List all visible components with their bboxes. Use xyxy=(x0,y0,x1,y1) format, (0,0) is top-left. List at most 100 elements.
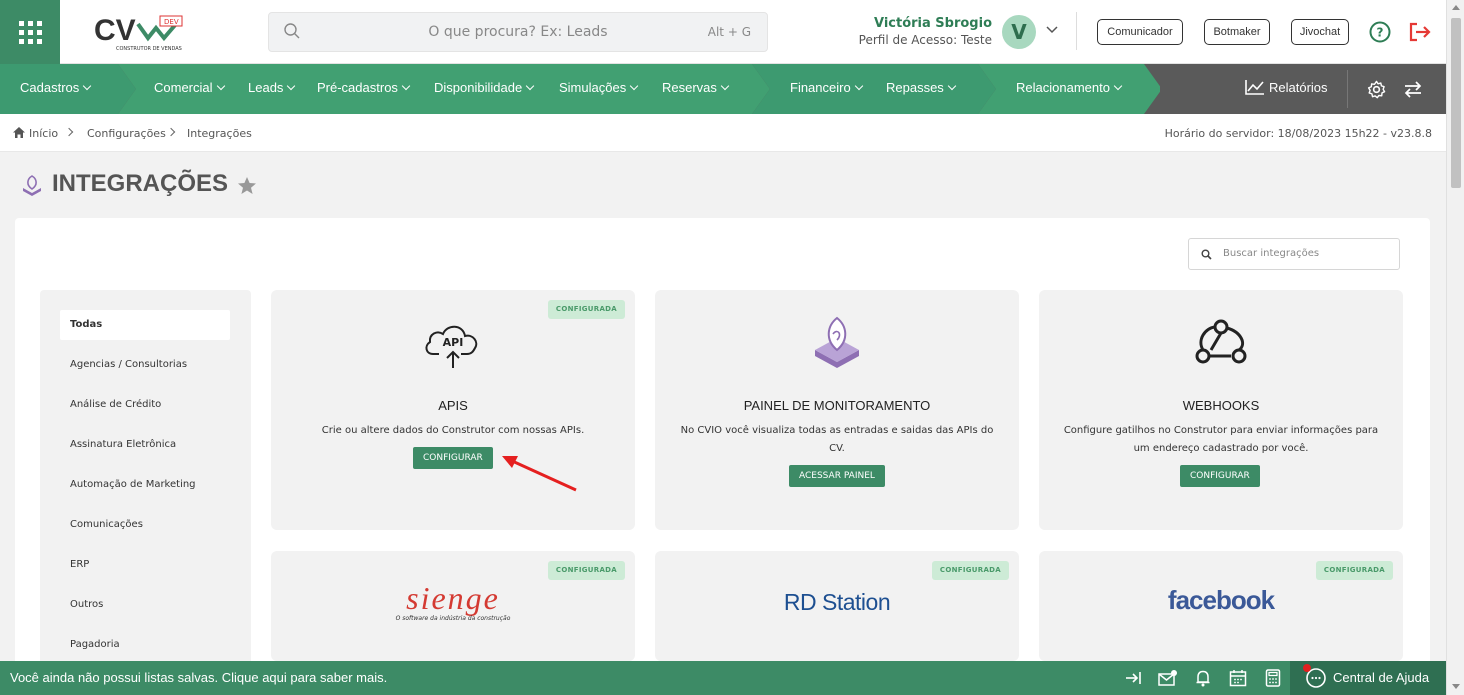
nav-label: Comercial xyxy=(154,80,213,95)
calculator-icon[interactable] xyxy=(1265,669,1281,687)
star-icon[interactable] xyxy=(237,176,257,196)
breadcrumb-home[interactable]: Início xyxy=(29,127,58,140)
chevron-down-icon xyxy=(629,81,639,91)
help-icon[interactable]: ? xyxy=(1369,21,1391,43)
rd-station-logo: RD Station xyxy=(783,589,891,615)
integration-search-placeholder: Buscar integrações xyxy=(1223,248,1320,259)
brand-logo[interactable]: CV DEV CONSTRUTOR DE VENDAS xyxy=(92,10,192,54)
category-todas[interactable]: Todas xyxy=(60,310,230,340)
api-icon-label: API xyxy=(443,336,464,349)
bottom-bar: Você ainda não possui listas salvas. Cli… xyxy=(0,661,1446,695)
nav-label: Simulações xyxy=(559,80,627,95)
chevron-down-icon xyxy=(287,81,296,91)
sienge-logo-text: sienge xyxy=(406,580,500,616)
bell-icon[interactable] xyxy=(1195,669,1211,687)
integration-card-rd-station: CONFIGURADA RD Station xyxy=(655,551,1019,661)
integration-card-painel: PAINEL DE MONITORAMENTO No CVIO você vis… xyxy=(655,290,1019,530)
nav-repasses[interactable]: Repasses xyxy=(886,80,957,95)
category-automacao-de-marketing[interactable]: Automação de Marketing xyxy=(60,470,230,500)
category-analise-de-credito[interactable]: Análise de Crédito xyxy=(60,390,230,420)
saved-lists-message[interactable]: Você ainda não possui listas salvas. Cli… xyxy=(10,670,387,685)
divider xyxy=(1347,70,1348,108)
server-time: Horário do servidor: 18/08/2023 15h22 - … xyxy=(1164,127,1432,140)
page-scrollbar[interactable] xyxy=(1446,0,1464,695)
breadcrumb-configuracoes[interactable]: Configurações xyxy=(87,127,166,140)
configurar-webhooks-button[interactable]: CONFIGURAR xyxy=(1180,465,1260,487)
integration-card-sienge: CONFIGURADA sienge O software da indústr… xyxy=(271,551,635,661)
comunicador-button[interactable]: Comunicador xyxy=(1097,19,1183,45)
logo-badge: DEV xyxy=(164,18,179,26)
scroll-up-icon[interactable] xyxy=(1452,5,1460,10)
nav-cadastros[interactable]: Cadastros xyxy=(20,80,92,95)
logo-subtitle: CONSTRUTOR DE VENDAS xyxy=(116,46,182,52)
nav-label: Financeiro xyxy=(790,80,851,95)
swap-arrows-icon[interactable] xyxy=(1403,80,1423,99)
integration-search-input[interactable]: Buscar integrações xyxy=(1188,238,1400,270)
annotation-arrow xyxy=(502,456,577,492)
nav-label: Relatórios xyxy=(1269,80,1328,95)
logout-icon[interactable] xyxy=(1408,21,1432,43)
botmaker-button[interactable]: Botmaker xyxy=(1204,19,1270,45)
chevron-down-icon xyxy=(401,81,411,91)
help-center-button[interactable]: Central de Ajuda xyxy=(1290,661,1446,695)
nav-label: Relacionamento xyxy=(1016,80,1110,95)
webhook-icon xyxy=(1039,314,1403,374)
notification-dot xyxy=(1303,664,1311,672)
card-description: No CVIO você visualiza todas as entradas… xyxy=(680,425,994,454)
status-badge: CONFIGURADA xyxy=(1315,561,1393,580)
chevron-right-icon xyxy=(64,127,74,137)
nav-disponibilidade[interactable]: Disponibilidade xyxy=(434,80,535,95)
nav-reservas[interactable]: Reservas xyxy=(662,80,730,95)
nav-label: Leads xyxy=(248,80,284,95)
jivochat-button[interactable]: Jivochat xyxy=(1291,19,1349,45)
nav-comercial[interactable]: Comercial xyxy=(154,80,225,95)
chevron-down-icon xyxy=(1113,81,1123,91)
nav-label: Cadastros xyxy=(20,80,80,95)
integration-card-webhooks: WEBHOOKS Configure gatilhos no Construto… xyxy=(1039,290,1403,530)
breadcrumb-integracoes: Integrações xyxy=(187,127,252,140)
chevron-down-icon xyxy=(216,81,225,91)
chevron-down-icon xyxy=(947,81,957,91)
category-comunicacoes[interactable]: Comunicações xyxy=(60,510,230,540)
status-badge: CONFIGURADA xyxy=(931,561,1009,580)
gear-icon[interactable] xyxy=(1367,80,1386,99)
category-sidebar: Todas Agencias / Consultorias Análise de… xyxy=(40,290,251,680)
scroll-down-icon[interactable] xyxy=(1452,684,1460,689)
card-title: PAINEL DE MONITORAMENTO xyxy=(743,398,931,413)
chevron-down-icon xyxy=(720,81,730,91)
home-icon[interactable] xyxy=(12,126,26,139)
avatar[interactable]: V xyxy=(1002,15,1036,49)
nav-financeiro[interactable]: Financeiro xyxy=(790,80,863,95)
configurar-apis-button[interactable]: CONFIGURAR xyxy=(413,447,493,469)
collapse-right-icon[interactable] xyxy=(1124,669,1142,687)
sienge-logo-subtitle: O software da indústria da construção xyxy=(395,615,511,622)
nav-simulacoes[interactable]: Simulações xyxy=(559,80,639,95)
user-info[interactable]: Victória Sbrogio Perfil de Acesso: Teste xyxy=(859,16,992,47)
chevron-down-icon[interactable] xyxy=(1046,25,1058,35)
main-navigation: Cadastros Comercial Leads Pré-cadastros … xyxy=(0,64,1446,114)
search-shortcut: Alt + G xyxy=(707,25,751,39)
chart-line-icon xyxy=(1245,80,1264,95)
user-profile: Perfil de Acesso: Teste xyxy=(858,33,992,47)
apps-menu-button[interactable] xyxy=(0,0,60,64)
monitoring-panel-icon xyxy=(655,314,1019,374)
scroll-thumb[interactable] xyxy=(1451,18,1461,188)
category-pagadoria[interactable]: Pagadoria xyxy=(60,630,230,660)
category-agencias-consultorias[interactable]: Agencias / Consultorias xyxy=(60,350,230,380)
nav-relatorios[interactable]: Relatórios xyxy=(1245,79,1328,95)
nav-pre-cadastros[interactable]: Pré-cadastros xyxy=(317,80,411,95)
nav-leads[interactable]: Leads xyxy=(248,80,296,95)
integration-card-apis: CONFIGURADA API APIS Crie ou altere dado… xyxy=(271,290,635,530)
global-search[interactable]: O que procura? Ex: Leads Alt + G xyxy=(268,12,768,52)
mail-badge-icon[interactable] xyxy=(1158,669,1178,687)
category-assinatura-eletronica[interactable]: Assinatura Eletrônica xyxy=(60,430,230,460)
grid-icon xyxy=(18,20,42,44)
calendar-icon[interactable] xyxy=(1229,669,1247,687)
acessar-painel-button[interactable]: ACESSAR PAINEL xyxy=(789,465,885,487)
search-icon xyxy=(1201,249,1212,260)
nav-label: Reservas xyxy=(662,80,717,95)
divider xyxy=(1076,12,1077,50)
category-outros[interactable]: Outros xyxy=(60,590,230,620)
category-erp[interactable]: ERP xyxy=(60,550,230,580)
nav-relacionamento[interactable]: Relacionamento xyxy=(1016,80,1123,95)
